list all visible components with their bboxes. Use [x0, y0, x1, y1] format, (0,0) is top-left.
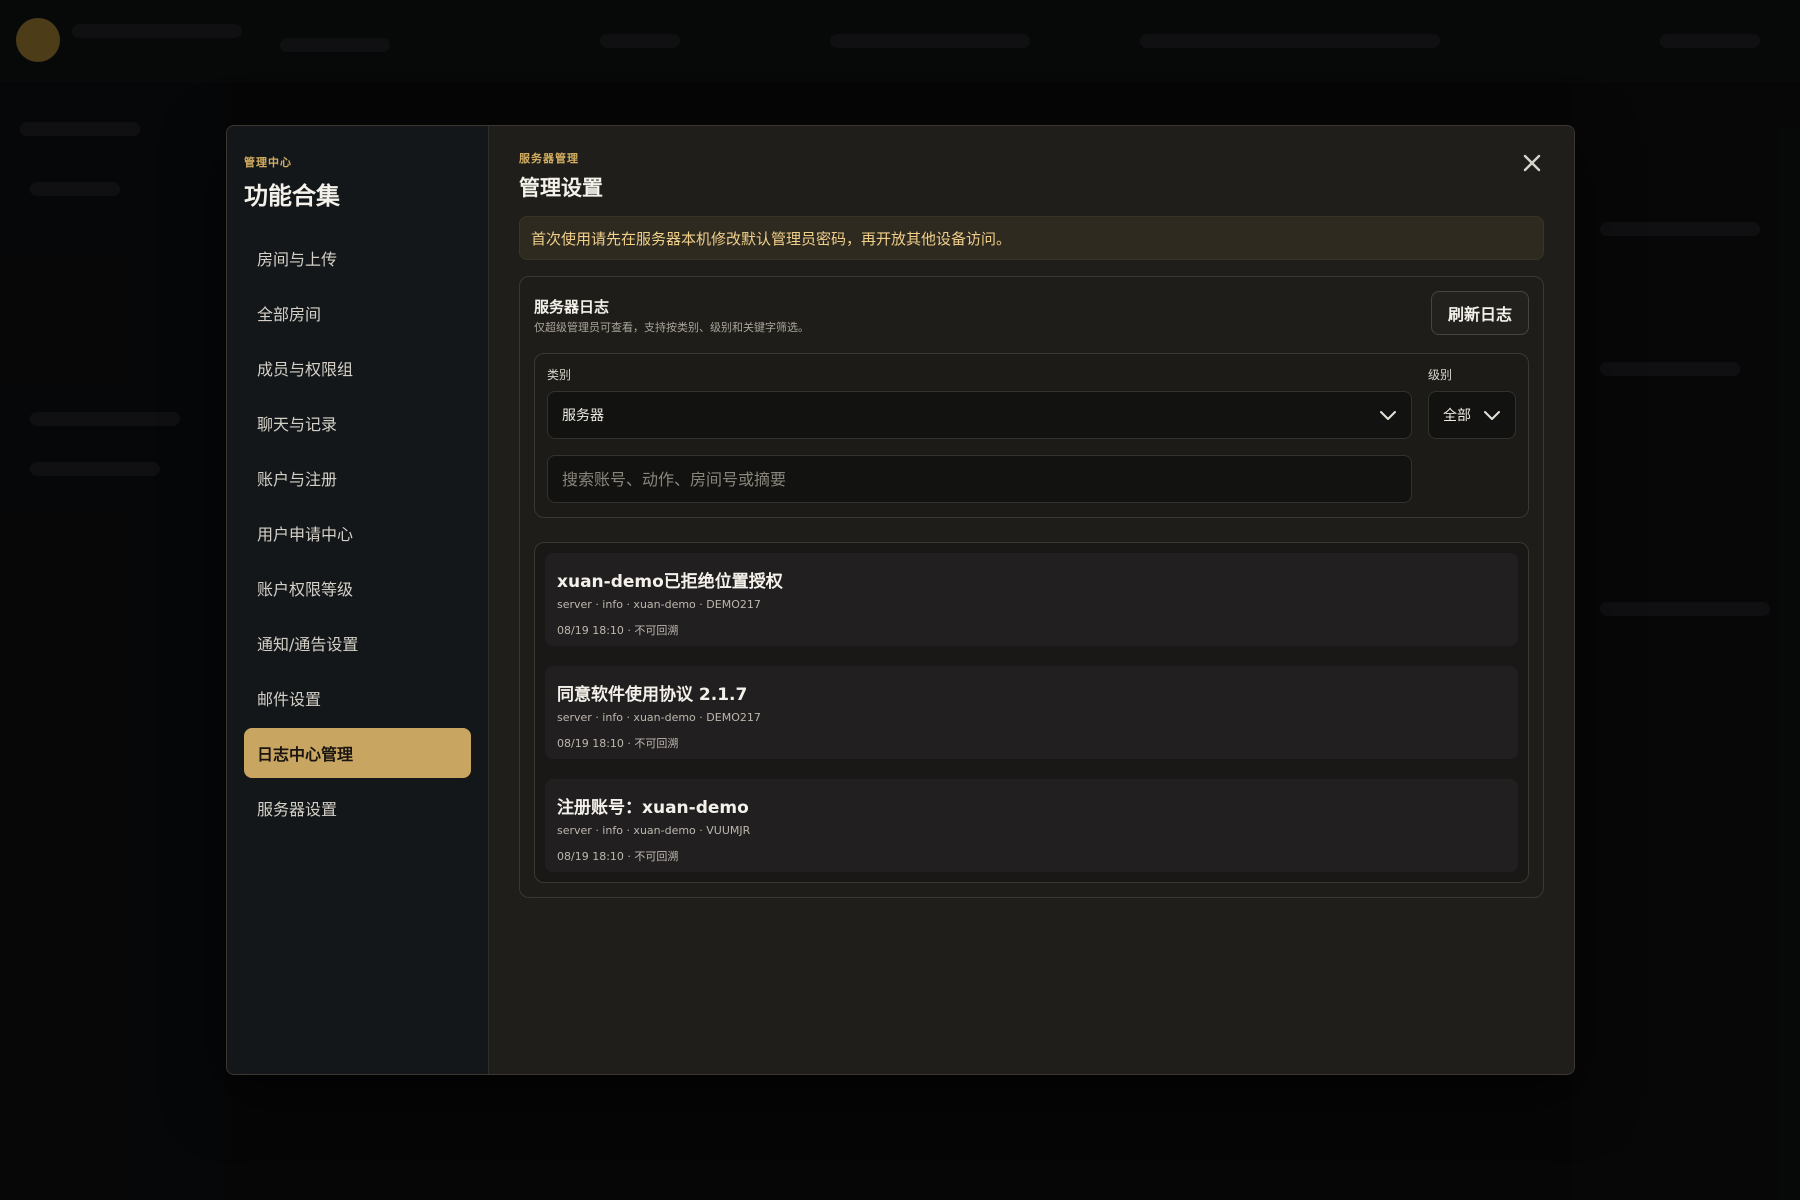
list-item[interactable]: 注册账号：xuan-demo server · info · xuan-demo… — [545, 779, 1518, 872]
sidebar-item-rooms-upload[interactable]: 房间与上传 — [244, 233, 471, 283]
sidebar-item-label: 房间与上传 — [257, 250, 338, 269]
log-time: 08/19 18:10 · 不可回溯 — [557, 737, 679, 750]
sidebar-item-label: 账户权限等级 — [257, 580, 354, 599]
sidebar-item-permission-levels[interactable]: 账户权限等级 — [244, 563, 471, 613]
category-label: 类别 — [547, 368, 572, 382]
log-title: xuan-demo已拒绝位置授权 — [557, 572, 783, 592]
sidebar-item-log-center[interactable]: 日志中心管理 — [244, 728, 471, 778]
sidebar-eyebrow: 管理中心 — [244, 156, 292, 169]
log-card-heading: 服务器日志 仅超级管理员可查看，支持按类别、级别和关键字筛选。 — [534, 291, 809, 335]
sidebar-item-server-settings[interactable]: 服务器设置 — [244, 783, 471, 833]
list-item[interactable]: xuan-demo已拒绝位置授权 server · info · xuan-de… — [545, 553, 1518, 646]
sidebar-item-label: 全部房间 — [257, 305, 322, 324]
filter-left-column: 类别 服务器 — [547, 366, 1412, 503]
modal-sidebar: 管理中心 功能合集 房间与上传 全部房间 成员与权限组 聊天与记录 账户与注册 … — [227, 126, 489, 1074]
log-meta: server · info · xuan-demo · DEMO217 — [557, 598, 761, 611]
log-card-subtitle: 仅超级管理员可查看，支持按类别、级别和关键字筛选。 — [534, 321, 809, 334]
log-filters: 类别 服务器 级别 全部 — [534, 353, 1529, 518]
chevron-down-icon — [1484, 411, 1500, 420]
level-value: 全部 — [1443, 408, 1471, 424]
sidebar-item-label: 服务器设置 — [257, 800, 338, 819]
sidebar-item-label: 邮件设置 — [257, 690, 322, 709]
log-meta: server · info · xuan-demo · VUUMJR — [557, 824, 751, 837]
log-card-title: 服务器日志 — [534, 298, 610, 316]
sidebar-item-user-applications[interactable]: 用户申请中心 — [244, 508, 471, 558]
log-time: 08/19 18:10 · 不可回溯 — [557, 624, 679, 637]
sidebar-title: 功能合集 — [244, 182, 340, 210]
sidebar-item-accounts-registration[interactable]: 账户与注册 — [244, 453, 471, 503]
sidebar-item-label: 通知/通告设置 — [257, 635, 359, 654]
sidebar-item-label: 账户与注册 — [257, 470, 338, 489]
category-value: 服务器 — [562, 408, 604, 424]
server-log-card: 服务器日志 仅超级管理员可查看，支持按类别、级别和关键字筛选。 刷新日志 类别 … — [519, 276, 1544, 898]
list-item[interactable]: 同意软件使用协议 2.1.7 server · info · xuan-demo… — [545, 666, 1518, 759]
log-title: 注册账号：xuan-demo — [557, 798, 749, 818]
sidebar-item-label: 日志中心管理 — [257, 745, 354, 764]
sidebar-item-label: 聊天与记录 — [257, 415, 338, 434]
log-list: xuan-demo已拒绝位置授权 server · info · xuan-de… — [534, 542, 1529, 883]
sidebar-item-notifications[interactable]: 通知/通告设置 — [244, 618, 471, 668]
log-meta: server · info · xuan-demo · DEMO217 — [557, 711, 761, 724]
level-select[interactable]: 全部 — [1428, 391, 1516, 439]
close-button[interactable] — [1520, 152, 1544, 176]
category-select[interactable]: 服务器 — [547, 391, 1412, 439]
admin-modal: 管理中心 功能合集 房间与上传 全部房间 成员与权限组 聊天与记录 账户与注册 … — [226, 125, 1575, 1075]
sidebar-item-all-rooms[interactable]: 全部房间 — [244, 288, 471, 338]
sidebar-nav: 房间与上传 全部房间 成员与权限组 聊天与记录 账户与注册 用户申请中心 账户权… — [244, 233, 471, 833]
security-notice: 首次使用请先在服务器本机修改默认管理员密码，再开放其他设备访问。 — [519, 216, 1544, 260]
log-search-input[interactable] — [547, 455, 1412, 503]
chevron-down-icon — [1380, 411, 1396, 420]
log-time: 08/19 18:10 · 不可回溯 — [557, 850, 679, 863]
sidebar-item-mail-settings[interactable]: 邮件设置 — [244, 673, 471, 723]
sidebar-item-chat-records[interactable]: 聊天与记录 — [244, 398, 471, 448]
log-title: 同意软件使用协议 2.1.7 — [557, 685, 748, 705]
filter-right-column: 级别 全部 — [1428, 366, 1516, 503]
sidebar-item-members-groups[interactable]: 成员与权限组 — [244, 343, 471, 393]
sidebar-item-label: 成员与权限组 — [257, 360, 354, 379]
log-card-header: 服务器日志 仅超级管理员可查看，支持按类别、级别和关键字筛选。 刷新日志 — [534, 291, 1529, 335]
main-eyebrow: 服务器管理 — [519, 152, 579, 165]
level-label: 级别 — [1428, 368, 1453, 382]
sidebar-item-label: 用户申请中心 — [257, 525, 354, 544]
page-title: 管理设置 — [519, 176, 603, 200]
modal-main: 服务器管理 管理设置 首次使用请先在服务器本机修改默认管理员密码，再开放其他设备… — [489, 126, 1574, 1074]
close-icon — [1523, 154, 1541, 172]
refresh-logs-button[interactable]: 刷新日志 — [1430, 291, 1529, 335]
